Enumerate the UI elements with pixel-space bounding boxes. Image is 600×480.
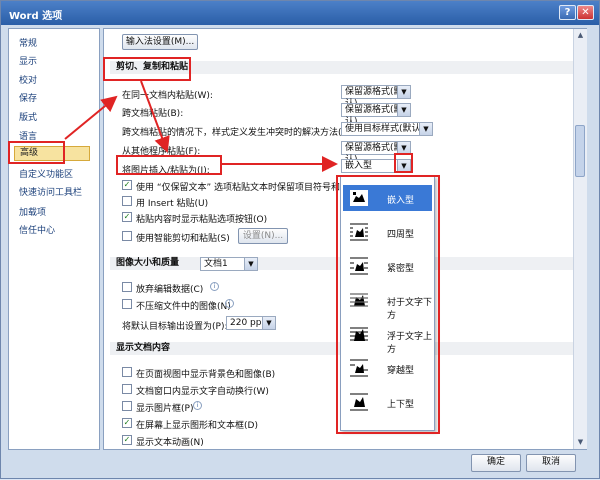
show-background-label: 在页面视图中显示背景色和图像(B) [136,370,276,380]
cancel-button[interactable]: 取消 [526,454,576,472]
text-animation-checkbox[interactable]: ✓ [122,435,132,445]
insert-paste-label: 用 Insert 粘贴(U) [136,199,209,209]
paste-options-button-checkbox[interactable]: ✓ [122,212,132,222]
chevron-down-icon: ▼ [262,317,275,329]
image-document-value: 文档1 [204,259,228,269]
discard-editing-data-label: 放弃编辑数据(C) [136,285,204,295]
style-conflict-dropdown[interactable]: 使用目标样式(默认) ▼ [341,122,433,136]
insert-paste-checkbox[interactable] [122,196,132,206]
default-output-label: 将默认目标输出设置为(P): [122,322,228,332]
chevron-down-icon: ▼ [397,86,410,98]
scroll-down-icon[interactable]: ▼ [574,436,587,449]
show-drawings-checkbox[interactable]: ✓ [122,418,132,428]
show-background-checkbox[interactable] [122,367,132,377]
scroll-up-icon[interactable]: ▲ [574,29,587,42]
help-button[interactable]: ? [559,5,576,20]
paste-same-doc-label: 在同一文档内粘贴(W): [122,91,213,101]
highlight-advanced [8,141,65,164]
paste-same-doc-dropdown[interactable]: 保留源格式(默认)▼ [341,85,411,109]
sidebar-item-general[interactable]: 常规 [19,36,37,49]
highlight-wrap-list [336,175,440,434]
keep-bullets-checkbox[interactable]: ✓ [122,180,132,190]
ime-settings-button[interactable]: 输入法设置(M)... [122,34,198,50]
keep-bullets-label: 使用 “仅保留文本” 选项粘贴文本时保留项目符号和编号 [136,183,359,193]
no-compress-images-checkbox[interactable] [122,299,132,309]
vertical-scrollbar[interactable]: ▲ ▼ [573,29,587,449]
ok-button[interactable]: 确定 [471,454,521,472]
insert-picture-as-value: 嵌入型 [345,161,373,171]
title-bar: Word 选项 ? ✕ [1,1,599,25]
chevron-down-icon: ▼ [419,123,432,135]
sidebar-item-save[interactable]: 保存 [19,91,37,104]
sidebar-item-trust-center[interactable]: 信任中心 [19,223,55,236]
text-wrap-window-label: 文档窗口内显示文字自动换行(W) [136,387,269,397]
scroll-thumb[interactable] [575,125,585,177]
paste-cross-doc-dropdown[interactable]: 保留源格式(默认)▼ [341,103,411,127]
image-document-dropdown[interactable]: 文档1 ▼ [200,257,258,271]
sidebar-item-layout[interactable]: 版式 [19,110,37,123]
section-image-size-quality-title: 图像大小和质量 [116,258,180,268]
picture-placeholders-checkbox[interactable] [122,401,132,411]
sidebar-item-customize-ribbon[interactable]: 自定义功能区 [19,167,73,180]
info-icon: i [193,401,202,410]
word-options-window: Word 选项 ? ✕ 常规 显示 校对 保存 版式 语言 高级 自定义功能区 … [0,0,600,479]
sidebar-item-display[interactable]: 显示 [19,54,37,67]
style-conflict-value: 使用目标样式(默认) [345,124,425,134]
sidebar-item-proofing[interactable]: 校对 [19,73,37,86]
discard-editing-data-checkbox[interactable] [122,282,132,292]
default-ppi-value: 220 ppi [230,318,264,328]
style-conflict-label: 跨文档粘贴的情况下，样式定义发生冲突时的解决方法(E): [122,128,354,138]
show-drawings-label: 在屏幕上显示图形和文本框(D) [136,421,258,431]
highlight-paste-section [103,57,191,81]
info-icon: i [225,299,234,308]
no-compress-images-label: 不压缩文件中的图像(N) [136,302,231,312]
default-ppi-dropdown[interactable]: 220 ppi ▼ [226,316,276,330]
smart-cut-paste-label: 使用智能剪切和粘贴(S) [136,234,230,244]
paste-cross-doc-label: 跨文档粘贴(B): [122,109,184,119]
close-button[interactable]: ✕ [577,5,594,20]
smart-paste-settings-button[interactable]: 设置(N)... [238,228,288,244]
info-icon: i [210,282,219,291]
text-wrap-window-checkbox[interactable] [122,384,132,394]
chevron-down-icon: ▼ [397,104,410,116]
highlight-insert-picture-label [116,155,222,175]
sidebar-item-quick-access[interactable]: 快速访问工具栏 [19,185,82,198]
smart-cut-paste-checkbox[interactable] [122,231,132,241]
sidebar-item-addins[interactable]: 加载项 [19,205,46,218]
picture-placeholders-label: 显示图片框(P) [136,404,194,414]
paste-options-button-label: 粘贴内容时显示粘贴选项按钮(O) [136,215,268,225]
text-animation-label: 显示文本动画(N) [136,438,204,448]
highlight-dropdown-arrow [394,153,413,173]
sidebar: 常规 显示 校对 保存 版式 语言 高级 自定义功能区 快速访问工具栏 加载项 … [8,28,100,450]
chevron-down-icon: ▼ [244,258,257,270]
window-title: Word 选项 [9,11,63,22]
